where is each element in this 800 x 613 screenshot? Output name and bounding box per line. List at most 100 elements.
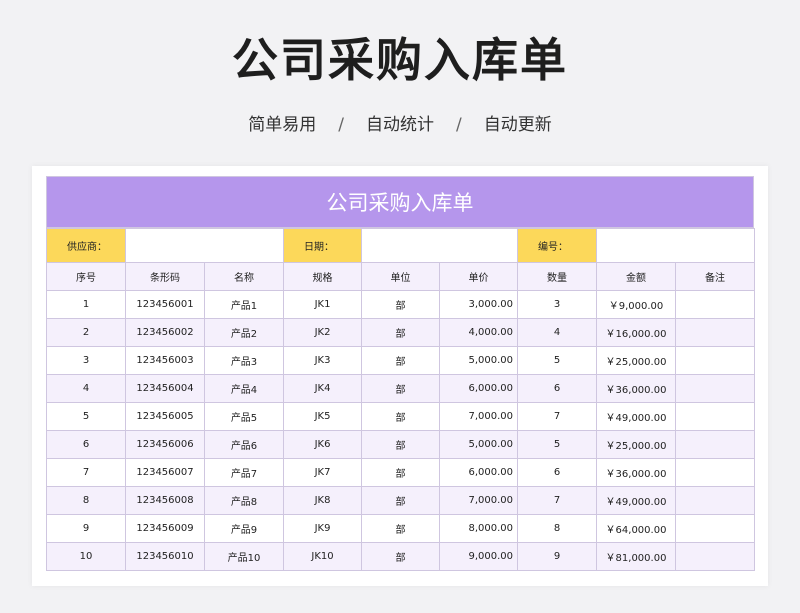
row-amount: ￥36,000.00 bbox=[596, 374, 676, 403]
row-price: 6,000.00 bbox=[439, 458, 518, 487]
sheet-title: 公司采购入库单 bbox=[46, 176, 754, 228]
row-qty: 6 bbox=[517, 458, 597, 487]
date-label: 日期： bbox=[283, 228, 362, 263]
row-amount: ￥25,000.00 bbox=[596, 430, 676, 459]
row-price: 9,000.00 bbox=[439, 542, 518, 571]
row-no: 5 bbox=[46, 402, 126, 431]
row-barcode: 123456010 bbox=[125, 542, 205, 571]
row-note[interactable] bbox=[675, 290, 755, 319]
row-name: 产品6 bbox=[204, 430, 284, 459]
row-unit: 部 bbox=[361, 542, 440, 571]
row-note[interactable] bbox=[675, 542, 755, 571]
row-price: 7,000.00 bbox=[439, 486, 518, 515]
row-spec: JK4 bbox=[283, 374, 362, 403]
number-field[interactable] bbox=[596, 228, 755, 263]
table-row: 10 123456010 产品10 JK10 部 9,000.00 9 ￥81,000.00 bbox=[46, 542, 755, 571]
row-no: 7 bbox=[46, 458, 126, 487]
table-row: 1 123456001 产品1 JK1 部 3,000.00 3 ￥9,000.00 bbox=[46, 290, 755, 319]
row-barcode: 123456008 bbox=[125, 486, 205, 515]
row-qty: 3 bbox=[517, 290, 597, 319]
row-note[interactable] bbox=[675, 486, 755, 515]
row-price: 5,000.00 bbox=[439, 430, 518, 459]
row-unit: 部 bbox=[361, 430, 440, 459]
row-spec: JK3 bbox=[283, 346, 362, 375]
supplier-field[interactable] bbox=[125, 228, 284, 263]
table-row: 3 123456003 产品3 JK3 部 5,000.00 5 ￥25,000.00 bbox=[46, 346, 755, 375]
row-spec: JK9 bbox=[283, 514, 362, 543]
row-spec: JK1 bbox=[283, 290, 362, 319]
row-qty: 8 bbox=[517, 514, 597, 543]
row-no: 3 bbox=[46, 346, 126, 375]
row-price: 6,000.00 bbox=[439, 374, 518, 403]
column-header-note: 备注 bbox=[675, 262, 755, 291]
table-row: 8 123456008 产品8 JK8 部 7,000.00 7 ￥49,000.00 bbox=[46, 486, 755, 515]
supplier-label: 供应商： bbox=[46, 228, 126, 263]
row-unit: 部 bbox=[361, 458, 440, 487]
row-barcode: 123456002 bbox=[125, 318, 205, 347]
row-amount: ￥64,000.00 bbox=[596, 514, 676, 543]
column-header-qty: 数量 bbox=[517, 262, 597, 291]
row-amount: ￥49,000.00 bbox=[596, 486, 676, 515]
subtitle-item-auto-update: 自动更新 bbox=[483, 115, 552, 135]
row-no: 2 bbox=[46, 318, 126, 347]
row-amount: ￥81,000.00 bbox=[596, 542, 676, 571]
row-note[interactable] bbox=[675, 346, 755, 375]
row-amount: ￥25,000.00 bbox=[596, 346, 676, 375]
row-name: 产品5 bbox=[204, 402, 284, 431]
subtitle-separator: / bbox=[338, 115, 344, 135]
row-amount: ￥49,000.00 bbox=[596, 402, 676, 431]
row-name: 产品7 bbox=[204, 458, 284, 487]
row-name: 产品10 bbox=[204, 542, 284, 571]
row-name: 产品3 bbox=[204, 346, 284, 375]
page-title: 公司采购入库单 bbox=[232, 33, 568, 87]
row-spec: JK2 bbox=[283, 318, 362, 347]
row-name: 产品4 bbox=[204, 374, 284, 403]
row-spec: JK8 bbox=[283, 486, 362, 515]
row-note[interactable] bbox=[675, 514, 755, 543]
table-row: 2 123456002 产品2 JK2 部 4,000.00 4 ￥16,000.00 bbox=[46, 318, 755, 347]
row-barcode: 123456009 bbox=[125, 514, 205, 543]
row-name: 产品8 bbox=[204, 486, 284, 515]
row-qty: 7 bbox=[517, 402, 597, 431]
row-name: 产品9 bbox=[204, 514, 284, 543]
row-price: 8,000.00 bbox=[439, 514, 518, 543]
row-note[interactable] bbox=[675, 374, 755, 403]
spreadsheet-preview: 公司采购入库单 供应商： 日期： 编号： 序号 条形码 名称 规格 单位 单价 … bbox=[32, 166, 768, 586]
row-no: 4 bbox=[46, 374, 126, 403]
row-barcode: 123456001 bbox=[125, 290, 205, 319]
row-unit: 部 bbox=[361, 318, 440, 347]
row-amount: ￥9,000.00 bbox=[596, 290, 676, 319]
row-name: 产品1 bbox=[204, 290, 284, 319]
receipt-form: 公司采购入库单 供应商： 日期： 编号： 序号 条形码 名称 规格 单位 单价 … bbox=[46, 176, 755, 571]
page-subtitle: 简单易用 / 自动统计 / 自动更新 bbox=[0, 112, 800, 138]
row-qty: 9 bbox=[517, 542, 597, 571]
row-note[interactable] bbox=[675, 430, 755, 459]
receipt-table: 供应商： 日期： 编号： 序号 条形码 名称 规格 单位 单价 数量 金额 备注… bbox=[46, 228, 755, 571]
row-spec: JK6 bbox=[283, 430, 362, 459]
subtitle-item-auto-stats: 自动统计 bbox=[366, 115, 434, 135]
column-header-barcode: 条形码 bbox=[125, 262, 205, 291]
row-qty: 7 bbox=[517, 486, 597, 515]
table-row: 7 123456007 产品7 JK7 部 6,000.00 6 ￥36,000.00 bbox=[46, 458, 755, 487]
row-note[interactable] bbox=[675, 458, 755, 487]
date-field[interactable] bbox=[361, 228, 518, 263]
row-qty: 4 bbox=[517, 318, 597, 347]
row-barcode: 123456006 bbox=[125, 430, 205, 459]
number-label: 编号： bbox=[517, 228, 597, 263]
row-qty: 5 bbox=[517, 430, 597, 459]
row-barcode: 123456005 bbox=[125, 402, 205, 431]
row-barcode: 123456007 bbox=[125, 458, 205, 487]
row-unit: 部 bbox=[361, 290, 440, 319]
row-price: 7,000.00 bbox=[439, 402, 518, 431]
row-spec: JK5 bbox=[283, 402, 362, 431]
row-unit: 部 bbox=[361, 514, 440, 543]
row-amount: ￥16,000.00 bbox=[596, 318, 676, 347]
column-header-unit: 单位 bbox=[361, 262, 440, 291]
row-price: 4,000.00 bbox=[439, 318, 518, 347]
row-note[interactable] bbox=[675, 318, 755, 347]
row-spec: JK7 bbox=[283, 458, 362, 487]
row-qty: 5 bbox=[517, 346, 597, 375]
table-row: 9 123456009 产品9 JK9 部 8,000.00 8 ￥64,000.00 bbox=[46, 514, 755, 543]
info-row: 供应商： 日期： 编号： bbox=[46, 228, 755, 263]
row-note[interactable] bbox=[675, 402, 755, 431]
